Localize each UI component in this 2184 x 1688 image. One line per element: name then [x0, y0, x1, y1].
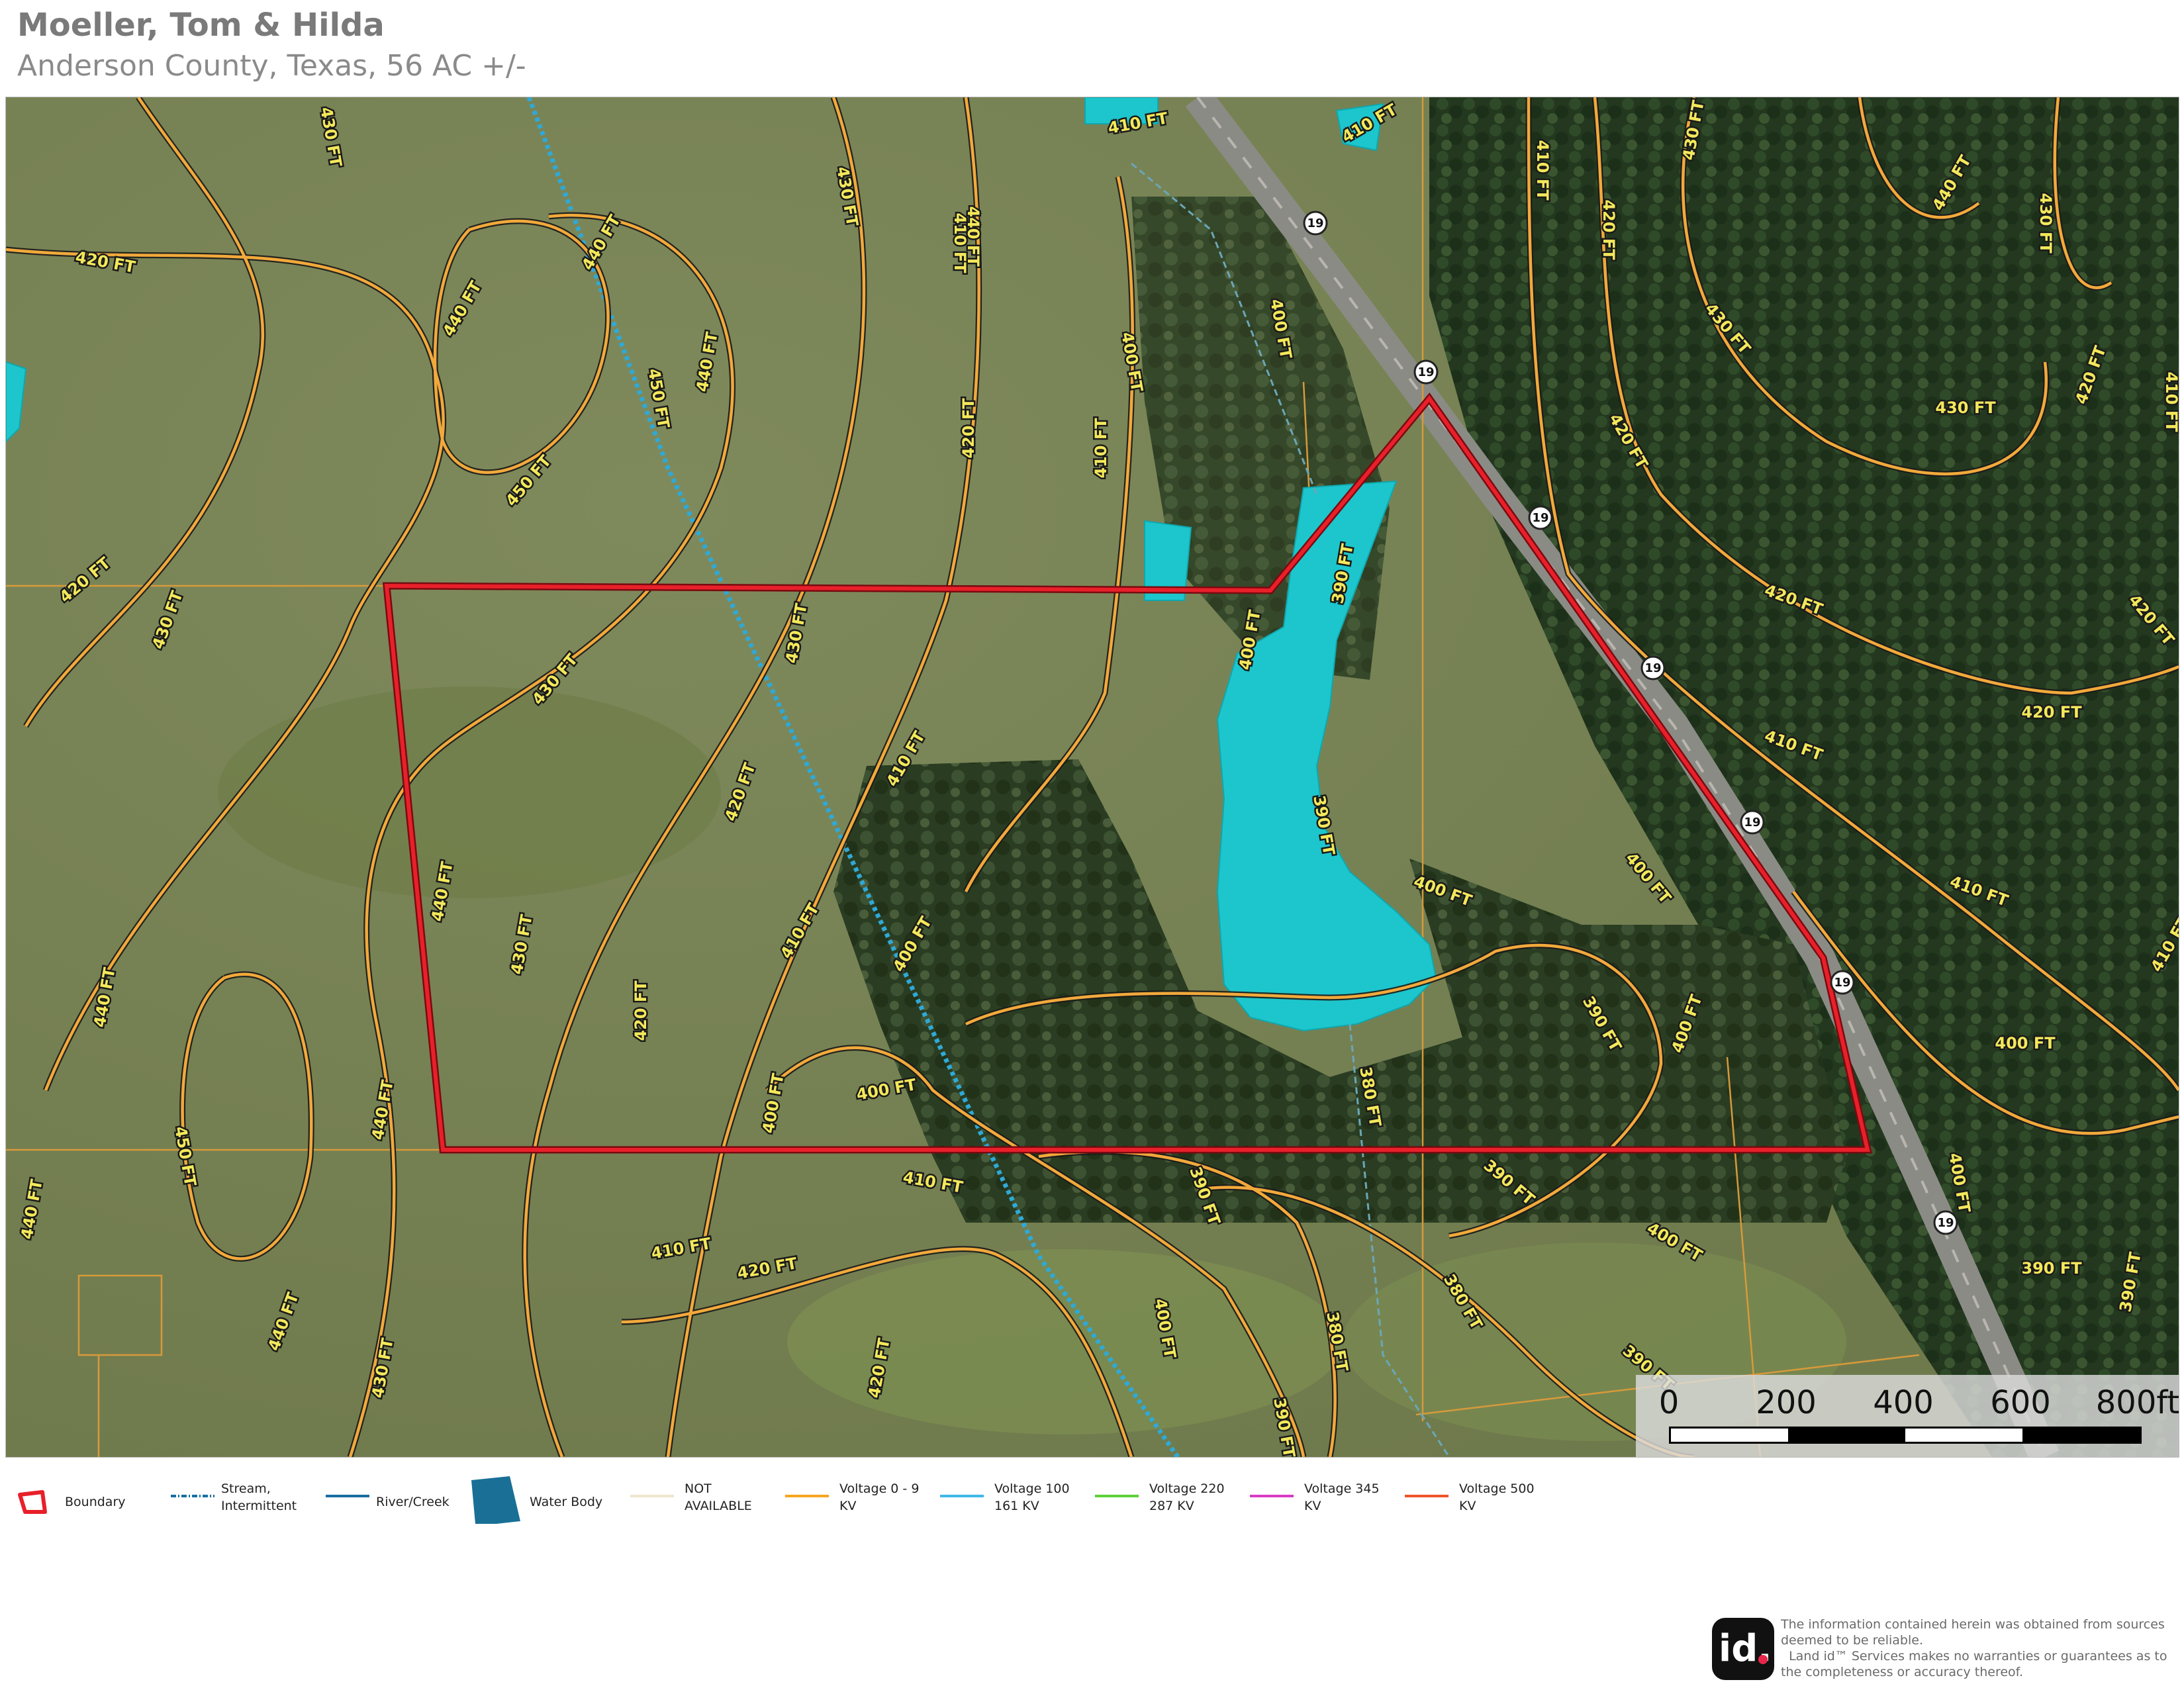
scale-label: 0: [1658, 1384, 1680, 1421]
voltage-100-161-icon: [940, 1495, 984, 1497]
scale-segment: [2022, 1429, 2140, 1442]
svg-text:19: 19: [1532, 511, 1548, 525]
aerial-map[interactable]: 420 FT 430 FT 420 FT 430 FT 440 FT 440 FT 450 …: [5, 97, 2179, 1458]
highway-shield-icon: 19: [1830, 970, 1855, 995]
voltage-220-287-icon: [1095, 1495, 1139, 1497]
not-available-icon: [630, 1495, 674, 1497]
scale-segment: [1788, 1429, 1905, 1442]
legend-label: Stream, Intermittent: [221, 1481, 297, 1513]
svg-text:19: 19: [1644, 661, 1661, 675]
pasture-patch: [787, 1249, 1343, 1434]
svg-text:19: 19: [1307, 216, 1323, 230]
svg-text:19: 19: [1744, 816, 1760, 829]
contour-label: 410 FT: [1533, 140, 1552, 201]
contour-label: 430 FT: [2036, 193, 2055, 254]
legend-label: Voltage 0 - 9 KV: [839, 1481, 920, 1513]
stream-intermittent-icon: [171, 1495, 214, 1497]
voltage-345-icon: [1250, 1495, 1294, 1497]
highway-shield-icon: 19: [1933, 1210, 1958, 1235]
map-subtitle: Anderson County, Texas, 56 AC +/-: [17, 49, 526, 83]
legend-label: Voltage 500 KV: [1459, 1481, 1535, 1513]
map-canvas[interactable]: 420 FT430 FT420 FT430 FT440 FT440 FT450 …: [6, 97, 2179, 1457]
legend-label: Boundary: [65, 1495, 126, 1509]
scale-label: 800ft: [2095, 1384, 2179, 1421]
boundary-icon: [18, 1490, 47, 1514]
contour-label: 410 FT: [951, 212, 969, 273]
contour-label: 410 FT: [2162, 371, 2179, 432]
contour-label: 420 FT: [959, 398, 978, 459]
legend-label: Voltage 220 287 KV: [1149, 1481, 1225, 1513]
scale-label: 400: [1873, 1384, 1934, 1421]
river-creek-icon: [326, 1495, 369, 1497]
svg-text:19: 19: [1834, 976, 1850, 990]
legend-label: Voltage 100 161 KV: [994, 1481, 1070, 1513]
voltage-500-icon: [1405, 1495, 1448, 1497]
svg-text:19: 19: [1937, 1216, 1954, 1230]
contour-label: 420 FT: [2021, 703, 2082, 722]
svg-text:19: 19: [1417, 365, 1434, 379]
map-legend: Boundary Stream, Intermittent River/Cree…: [13, 1475, 1602, 1534]
highway-shield-icon: 19: [1303, 211, 1328, 236]
voltage-0-9-icon: [785, 1495, 829, 1497]
highway-shield-icon: 19: [1528, 505, 1553, 530]
scale-label: 600: [1990, 1384, 2051, 1421]
legend-label: NOT AVAILABLE: [685, 1481, 752, 1513]
contour-label: 400 FT: [1995, 1034, 2056, 1053]
map-title: Moeller, Tom & Hilda: [17, 7, 385, 44]
highway-shield-icon: 19: [1640, 655, 1666, 680]
scale-segment: [1671, 1429, 1788, 1442]
water-body-icon: [471, 1476, 520, 1524]
contour-label: 420 FT: [1599, 199, 1618, 260]
contour-label: 390 FT: [2021, 1259, 2082, 1278]
scale-bar: [1669, 1427, 2142, 1444]
contour-label: 430 FT: [1935, 399, 1996, 417]
legend-label: River/Creek: [376, 1495, 450, 1509]
contour-label: 420 FT: [632, 980, 650, 1041]
scale-bar-box: 0 200 400 600 800ft: [1636, 1375, 2179, 1457]
legend-label: Voltage 345 KV: [1304, 1481, 1380, 1513]
disclaimer-text: The information contained herein was obt…: [1781, 1617, 2167, 1679]
scale-segment: [1905, 1429, 2022, 1442]
contour-label: 410 FT: [1092, 418, 1110, 479]
landid-logo: id.: [1712, 1618, 1774, 1680]
scale-label: 200: [1756, 1384, 1817, 1421]
highway-shield-icon: 19: [1413, 359, 1439, 385]
highway-shield-icon: 19: [1740, 810, 1765, 835]
legend-label: Water Body: [530, 1495, 603, 1509]
